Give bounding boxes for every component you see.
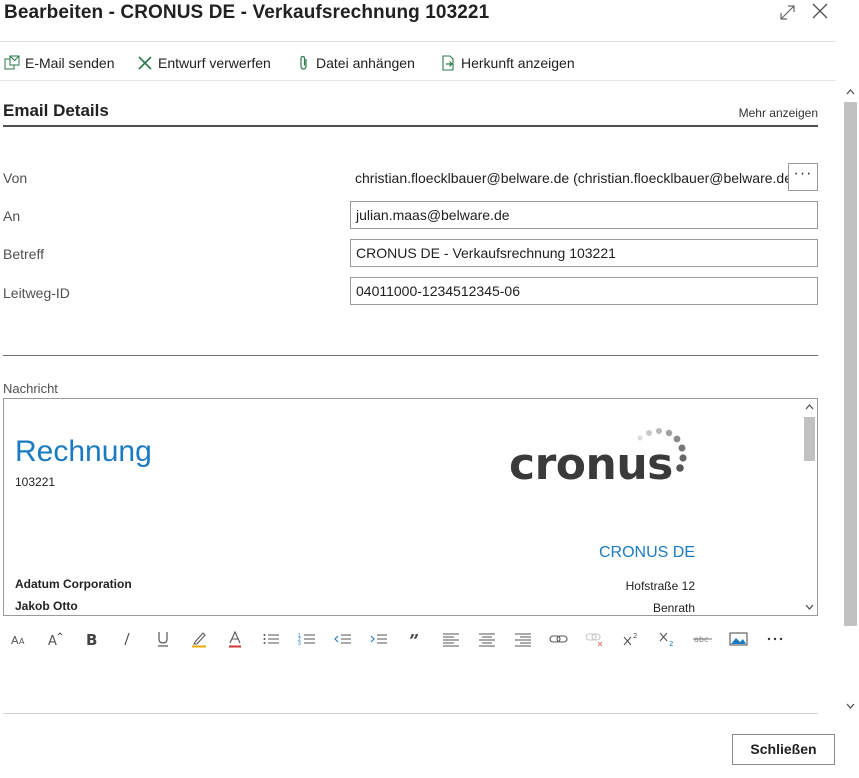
scroll-down-icon[interactable]	[842, 698, 859, 714]
svg-text:2: 2	[633, 632, 637, 640]
page-scrollbar[interactable]	[842, 84, 859, 714]
link-icon[interactable]	[546, 626, 572, 652]
increase-indent-icon[interactable]	[366, 626, 392, 652]
more-formatting-icon[interactable]	[762, 626, 788, 652]
decrease-indent-icon[interactable]	[330, 626, 356, 652]
svg-text:2: 2	[669, 640, 673, 648]
close-button[interactable]: Schließen	[732, 734, 835, 765]
unlink-icon[interactable]	[582, 626, 608, 652]
underline-icon[interactable]	[150, 626, 176, 652]
expand-icon[interactable]	[774, 0, 802, 26]
show-source-label: Herkunft anzeigen	[461, 55, 575, 71]
superscript-icon[interactable]: 2	[618, 626, 644, 652]
bullet-list-icon[interactable]	[258, 626, 284, 652]
paperclip-icon	[300, 55, 307, 70]
message-label: Nachricht	[3, 381, 58, 396]
italic-icon[interactable]	[114, 626, 140, 652]
to-label: An	[3, 208, 21, 224]
section-title: Email Details	[3, 101, 109, 120]
action-toolbar: E-Mail senden Entwurf verwerfen Datei an…	[0, 46, 836, 78]
editor-scroll-up-icon[interactable]	[802, 399, 817, 415]
svg-text:A: A	[48, 634, 57, 647]
editor-scrollbar[interactable]	[802, 399, 817, 615]
subject-field[interactable]: CRONUS DE - Verkaufsrechnung 103221	[350, 239, 818, 267]
close-icon[interactable]	[806, 0, 834, 26]
attach-file-label: Datei anhängen	[316, 55, 415, 71]
svg-text:3: 3	[298, 641, 301, 647]
svg-text:abc: abc	[694, 635, 708, 644]
subscript-icon[interactable]: 2	[654, 626, 680, 652]
title-divider	[0, 41, 836, 42]
svg-text:A: A	[11, 634, 19, 647]
font-size-icon[interactable]: AA	[6, 626, 32, 652]
quote-icon[interactable]: ”	[402, 626, 428, 652]
show-source-button[interactable]: Herkunft anzeigen	[440, 52, 575, 74]
subject-label: Betreff	[3, 246, 44, 262]
scroll-up-icon[interactable]	[842, 84, 859, 100]
from-lookup-button[interactable]: ···	[788, 163, 818, 191]
image-icon[interactable]	[726, 626, 752, 652]
scroll-thumb[interactable]	[844, 102, 857, 626]
svg-text:B: B	[86, 631, 97, 647]
contact-name: Jakob Otto	[15, 599, 78, 613]
align-right-icon[interactable]	[510, 626, 536, 652]
company-city: Benrath	[652, 601, 695, 615]
doc-number: 103221	[15, 475, 56, 489]
show-more-link[interactable]: Mehr anzeigen	[739, 106, 818, 120]
company-street: Hofstraße 12	[625, 579, 695, 593]
svg-text:”: ”	[409, 631, 419, 647]
bold-icon[interactable]: B	[78, 626, 104, 652]
font-color-icon[interactable]	[222, 626, 248, 652]
editor-scroll-down-icon[interactable]	[802, 599, 817, 615]
doc-heading: Rechnung	[15, 435, 152, 468]
strikethrough-icon[interactable]: abc	[690, 626, 716, 652]
from-label: Von	[3, 170, 28, 186]
logo-dots-icon	[637, 428, 687, 472]
toolbar-divider	[0, 80, 836, 81]
customer-name: Adatum Corporation	[15, 577, 132, 591]
show-source-icon	[442, 55, 454, 71]
send-email-label: E-Mail senden	[25, 55, 115, 71]
svg-text:A: A	[19, 637, 25, 646]
send-email-icon	[4, 55, 20, 70]
highlight-icon[interactable]	[186, 626, 212, 652]
routing-id-field[interactable]: 04011000-1234512345-06	[350, 277, 818, 305]
align-center-icon[interactable]	[474, 626, 500, 652]
send-email-button[interactable]: E-Mail senden	[4, 52, 115, 74]
fields-divider	[3, 355, 818, 356]
page-title: Bearbeiten - CRONUS DE - Verkaufsrechnun…	[4, 2, 490, 23]
grow-font-icon[interactable]: A	[42, 626, 68, 652]
formatting-toolbar: AA A B 123 ” 2 2 abc	[3, 626, 818, 654]
routing-id-label: Leitweg-ID	[3, 285, 70, 301]
discard-draft-button[interactable]: Entwurf verwerfen	[137, 52, 271, 74]
attach-file-button[interactable]: Datei anhängen	[297, 52, 415, 74]
title-bar: Bearbeiten - CRONUS DE - Verkaufsrechnun…	[0, 0, 859, 40]
discard-draft-label: Entwurf verwerfen	[158, 55, 271, 71]
editor-scroll-thumb[interactable]	[804, 417, 815, 461]
to-field[interactable]: julian.maas@belware.de	[350, 201, 818, 229]
section-divider	[3, 125, 818, 127]
align-left-icon[interactable]	[438, 626, 464, 652]
message-editor[interactable]: Rechnung 103221 cronus CRONUS DE Hofstra…	[3, 398, 818, 616]
company-name: CRONUS DE	[598, 544, 695, 561]
footer-divider	[3, 713, 818, 714]
discard-icon	[138, 56, 152, 70]
numbered-list-icon[interactable]: 123	[294, 626, 320, 652]
from-value: christian.floecklbauer@belware.de (chris…	[355, 170, 797, 186]
